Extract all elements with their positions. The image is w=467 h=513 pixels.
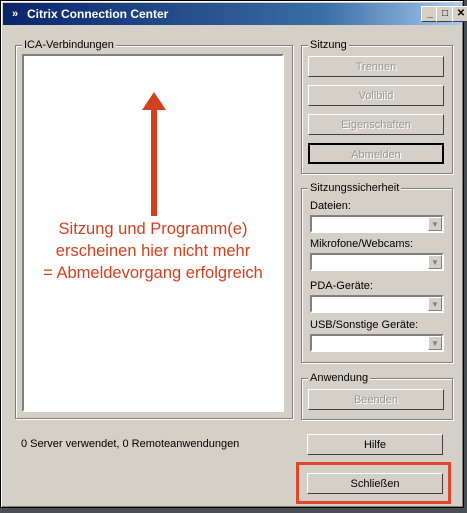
logoff-button[interactable]: Abmelden — [308, 143, 444, 164]
annotation-text: Sitzung und Programm(e) erscheinen hier … — [22, 218, 284, 284]
chevron-down-icon[interactable]: ▼ — [428, 255, 442, 269]
status-text: 0 Server verwendet, 0 Remoteanwendungen — [21, 438, 240, 450]
window-title: Citrix Connection Center — [27, 7, 169, 21]
session-group: Sitzung Trennen Vollbild Eigenschaften A… — [301, 38, 453, 174]
session-security-group: Sitzungssicherheit Dateien: ▼ Mikrofone/… — [301, 181, 453, 363]
usb-select[interactable]: ▼ — [310, 334, 444, 352]
chevron-down-icon[interactable]: ▼ — [428, 217, 442, 231]
files-label: Dateien: — [310, 200, 351, 212]
annotation-message: Sitzung und Programm(e) erscheinen hier … — [43, 220, 263, 282]
close-window-button[interactable]: ✕ — [452, 6, 467, 22]
chevron-down-icon[interactable]: ▼ — [428, 336, 442, 350]
files-select[interactable]: ▼ — [310, 215, 444, 233]
annotation-arrow — [142, 92, 166, 216]
application-group: Anwendung Beenden — [301, 371, 453, 420]
pda-select[interactable]: ▼ — [310, 295, 444, 313]
title-bar[interactable]: » Citrix Connection Center _ □ ✕ — [3, 3, 467, 25]
citrix-logo-icon: » — [11, 8, 19, 20]
disconnect-button[interactable]: Trennen — [308, 56, 444, 77]
session-security-legend: Sitzungssicherheit — [308, 181, 402, 195]
fullscreen-button[interactable]: Vollbild — [308, 85, 444, 106]
help-button[interactable]: Hilfe — [307, 434, 443, 455]
ica-connections-legend: ICA-Verbindungen — [22, 38, 116, 52]
mic-webcam-label: Mikrofone/Webcams: — [310, 238, 414, 250]
properties-button[interactable]: Eigenschaften — [308, 114, 444, 135]
mic-webcam-select[interactable]: ▼ — [310, 253, 444, 271]
pda-label: PDA-Geräte: — [310, 280, 373, 292]
close-button-highlight — [296, 462, 451, 504]
usb-label: USB/Sonstige Geräte: — [310, 319, 419, 331]
end-application-button[interactable]: Beenden — [308, 389, 444, 410]
application-legend: Anwendung — [308, 371, 371, 385]
session-legend: Sitzung — [308, 38, 349, 52]
chevron-down-icon[interactable]: ▼ — [428, 297, 442, 311]
